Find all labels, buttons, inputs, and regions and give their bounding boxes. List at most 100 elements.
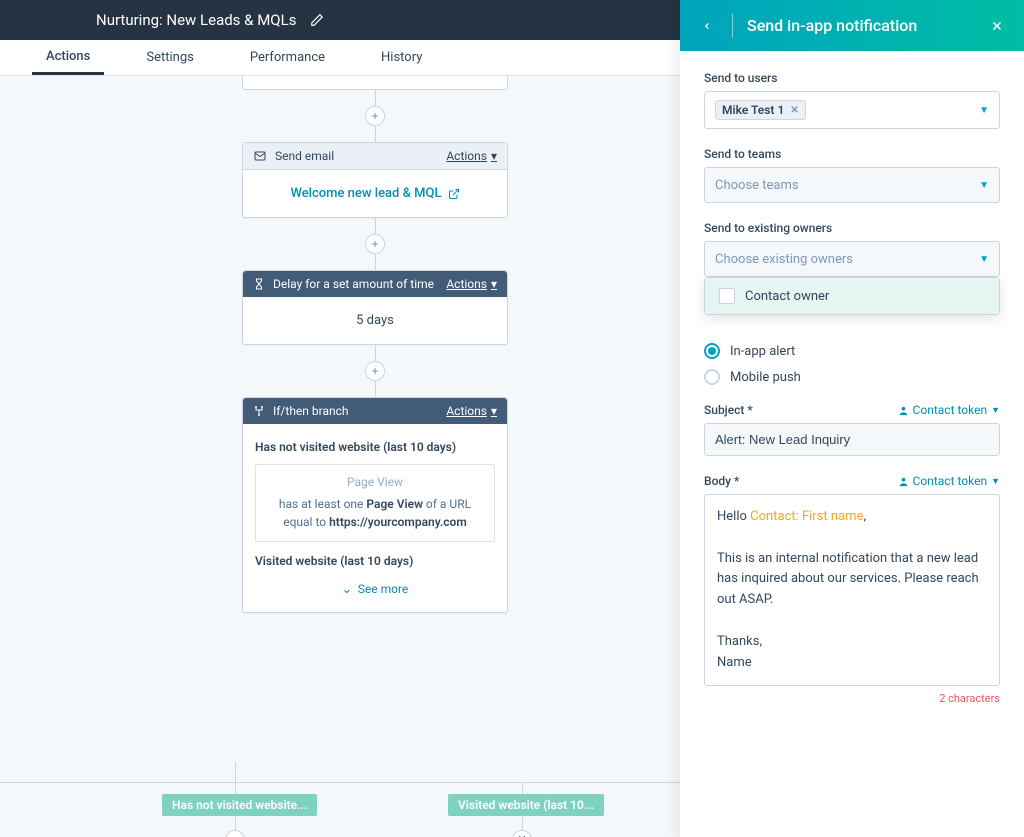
checkbox[interactable] — [719, 288, 735, 304]
connector-line — [375, 254, 376, 270]
close-panel-button[interactable] — [986, 19, 1008, 33]
token-label: Contact token — [913, 474, 988, 488]
side-panel: Send in-app notification Send to users M… — [680, 0, 1024, 837]
connector-line — [375, 345, 376, 361]
ifthen-body: Has not visited website (last 10 days) P… — [243, 424, 507, 612]
panel-body: Send to users Mike Test 1 ✕ ▼ Send to te… — [680, 51, 1024, 837]
body-group: Body * Contact token ▼ Hello Contact: Fi… — [704, 474, 1000, 705]
delay-value: 5 days — [243, 297, 507, 344]
send-to-teams-label: Send to teams — [704, 147, 1000, 161]
body-text: Thanks, — [717, 634, 762, 649]
edit-title-icon[interactable] — [310, 13, 324, 27]
add-step-button[interactable]: + — [365, 106, 385, 126]
branch-icon — [253, 405, 265, 417]
chevron-down-icon: ▾ — [491, 404, 497, 418]
card-stub — [242, 76, 508, 90]
radio-label: In-app alert — [730, 344, 795, 359]
placeholder-text: Choose teams — [715, 178, 799, 193]
send-to-teams-group: Send to teams Choose teams ▼ — [704, 147, 1000, 203]
connector-line — [0, 782, 680, 783]
chevron-down-icon: ▼ — [979, 254, 989, 265]
remove-chip-icon[interactable]: ✕ — [790, 105, 798, 116]
add-step-button[interactable]: + — [365, 361, 385, 381]
body-token: Contact: First name — [750, 509, 863, 524]
radio-icon — [704, 343, 720, 359]
notification-type-group: In-app alert Mobile push — [704, 343, 1000, 385]
connector-line — [375, 381, 376, 397]
tab-actions[interactable]: Actions — [32, 40, 104, 75]
chevron-down-icon: ▼ — [979, 105, 989, 116]
panel-header: Send in-app notification — [680, 0, 1024, 51]
chevron-down-icon: ▾ — [491, 149, 497, 163]
card-title: If/then branch — [273, 404, 446, 418]
branch-label-left[interactable]: Has not visited website... — [162, 794, 317, 816]
connector-line — [375, 90, 376, 106]
card-send-email[interactable]: Send email Actions▾ Welcome new lead & M… — [242, 142, 508, 218]
chevron-down-icon: ⌄ — [342, 582, 352, 596]
owner-option-label: Contact owner — [745, 289, 829, 304]
card-header-send-email: Send email Actions▾ — [243, 143, 507, 170]
owners-dropdown: Contact owner — [704, 277, 1000, 315]
card-header-delay: Delay for a set amount of time Actions▾ — [243, 271, 507, 297]
chevron-down-icon: ▼ — [991, 476, 1000, 487]
radio-label: Mobile push — [730, 370, 801, 385]
chevron-down-icon: ▼ — [991, 405, 1000, 416]
body-editor[interactable]: Hello Contact: First name, This is an in… — [704, 494, 1000, 686]
send-to-users-label: Send to users — [704, 71, 1000, 85]
card-ifthen[interactable]: If/then branch Actions▾ Has not visited … — [242, 397, 508, 613]
condition-box: Page View has at least one Page View of … — [255, 464, 495, 542]
hourglass-icon — [253, 278, 265, 290]
subject-group: Subject * Contact token ▼ — [704, 403, 1000, 456]
send-to-owners-select[interactable]: Choose existing owners ▼ — [704, 241, 1000, 277]
see-more-link[interactable]: ⌄ See more — [255, 574, 495, 596]
subject-input[interactable] — [704, 423, 1000, 456]
close-branch-button[interactable]: ✕ — [512, 830, 532, 837]
tab-settings[interactable]: Settings — [132, 40, 207, 75]
card-header-ifthen: If/then branch Actions▾ — [243, 398, 507, 424]
send-to-teams-select[interactable]: Choose teams ▼ — [704, 167, 1000, 203]
owner-option-contact-owner[interactable]: Contact owner — [705, 278, 999, 314]
card-actions-menu[interactable]: Actions▾ — [446, 404, 497, 418]
workflow-title: Nurturing: New Leads & MQLs — [96, 11, 296, 29]
external-link-icon — [448, 188, 460, 200]
tab-performance[interactable]: Performance — [236, 40, 339, 75]
body-text: Name — [717, 655, 752, 670]
body-text: This is an internal notification that a … — [717, 551, 979, 608]
condition-1-title: Has not visited website (last 10 days) — [255, 440, 495, 454]
radio-mobile-push[interactable]: Mobile push — [704, 369, 1000, 385]
add-step-button[interactable]: + — [365, 234, 385, 254]
back-button[interactable] — [696, 18, 718, 34]
send-to-users-select[interactable]: Mike Test 1 ✕ ▼ — [704, 91, 1000, 129]
radio-in-app[interactable]: In-app alert — [704, 343, 1000, 359]
card-title: Send email — [275, 149, 446, 163]
body-text: , — [863, 509, 866, 524]
connector-line — [235, 762, 236, 782]
card-delay[interactable]: Delay for a set amount of time Actions▾ … — [242, 270, 508, 345]
divider — [732, 14, 733, 38]
subject-label: Subject * — [704, 403, 753, 417]
condition-text: has at least one Page View of a URL equa… — [266, 495, 484, 531]
tab-history[interactable]: History — [367, 40, 436, 75]
person-icon — [898, 476, 909, 487]
email-link-text: Welcome new lead & MQL — [290, 186, 441, 201]
email-link[interactable]: Welcome new lead & MQL — [243, 170, 507, 217]
chevron-down-icon: ▼ — [979, 180, 989, 191]
condition-type: Page View — [266, 475, 484, 489]
body-text: Hello — [717, 509, 750, 524]
user-chip-text: Mike Test 1 — [722, 103, 784, 117]
card-actions-menu[interactable]: Actions▾ — [446, 277, 497, 291]
card-title: Delay for a set amount of time — [273, 277, 446, 291]
user-chip[interactable]: Mike Test 1 ✕ — [715, 100, 806, 120]
send-to-owners-group: Send to existing owners Choose existing … — [704, 221, 1000, 277]
branch-label-right[interactable]: Visited website (last 10... — [448, 794, 604, 816]
send-to-owners-label: Send to existing owners — [704, 221, 1000, 235]
add-step-button[interactable]: + — [225, 830, 245, 837]
send-to-users-group: Send to users Mike Test 1 ✕ ▼ — [704, 71, 1000, 129]
branch-split: Has not visited website... Visited websi… — [0, 762, 680, 837]
contact-token-button[interactable]: Contact token ▼ — [898, 403, 1000, 417]
contact-token-button[interactable]: Contact token ▼ — [898, 474, 1000, 488]
card-actions-menu[interactable]: Actions▾ — [446, 149, 497, 163]
connector-line — [375, 126, 376, 142]
body-label: Body * — [704, 474, 739, 488]
token-label: Contact token — [913, 403, 988, 417]
